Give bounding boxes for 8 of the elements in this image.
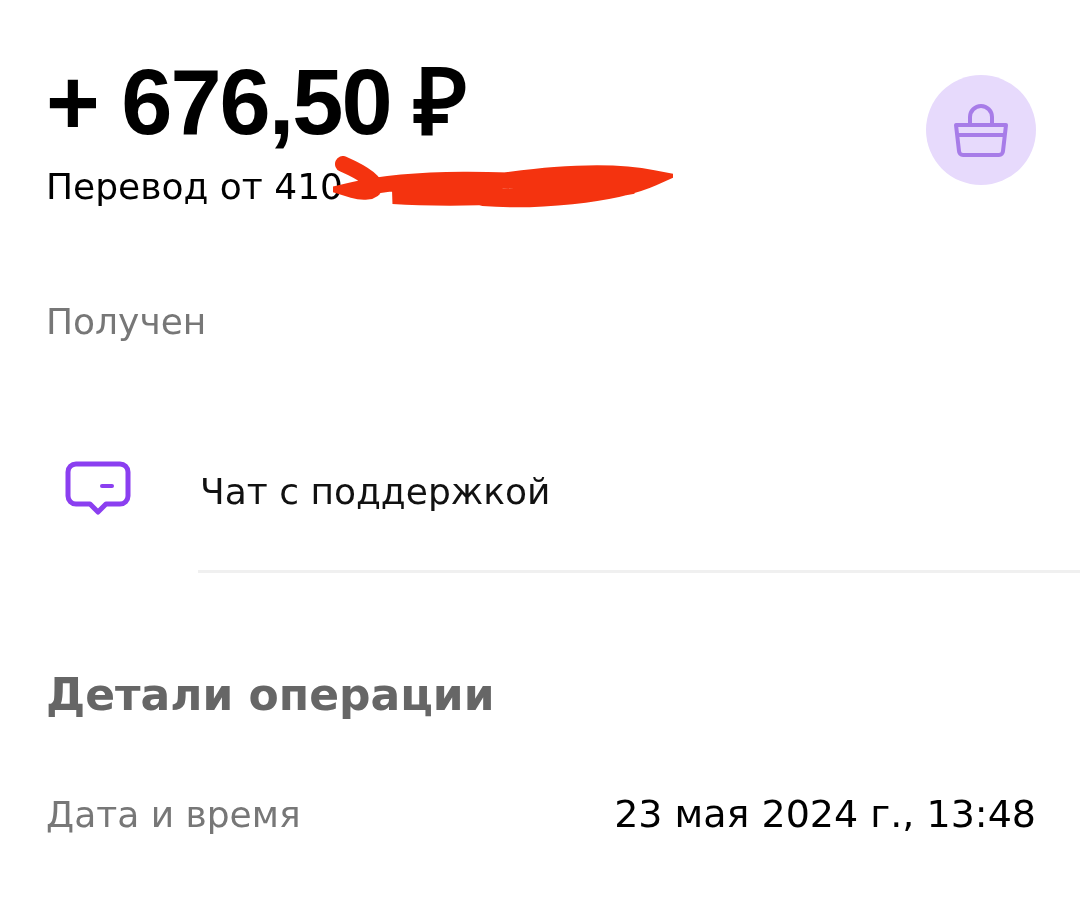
shopping-bag-icon [926, 75, 1036, 185]
detail-label: Дата и время [46, 793, 301, 835]
transfer-description: Перевод от 410 [46, 165, 343, 207]
section-heading: Детали операции [46, 669, 496, 720]
detail-value: 23 мая 2024 г., 13:48 [614, 792, 1036, 836]
amount: + 676,50 ₽ [46, 52, 468, 152]
support-chat-link[interactable]: Чат с поддержкой [200, 470, 551, 512]
status-label: Получен [46, 301, 208, 342]
